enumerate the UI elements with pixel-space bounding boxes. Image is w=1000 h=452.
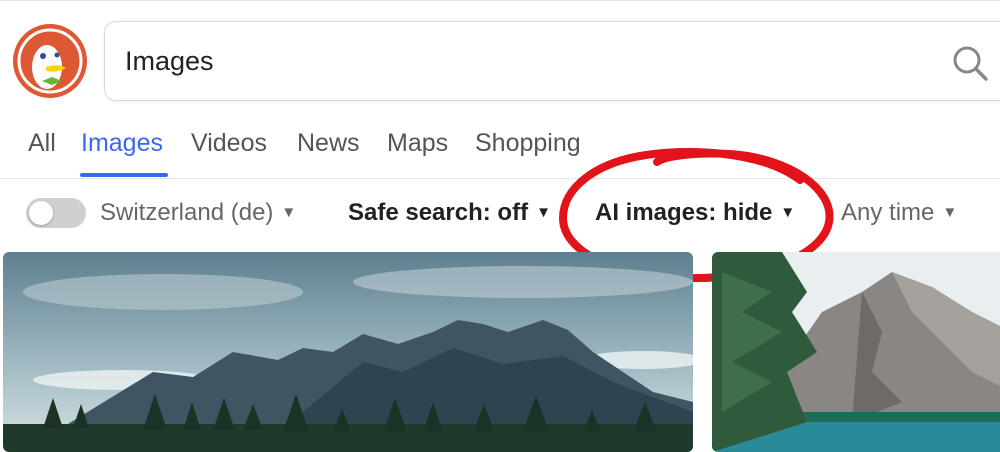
lake-mountain-image bbox=[712, 252, 1000, 452]
tab-shopping[interactable]: Shopping bbox=[475, 126, 581, 160]
search-icon[interactable] bbox=[951, 44, 989, 82]
time-filter-label: Any time bbox=[841, 199, 935, 226]
region-filter[interactable]: Switzerland (de) ▼ bbox=[100, 196, 296, 230]
region-toggle[interactable] bbox=[26, 198, 86, 228]
search-box bbox=[104, 21, 1000, 101]
caret-down-icon: ▼ bbox=[942, 204, 958, 221]
image-result[interactable] bbox=[3, 252, 693, 452]
toggle-knob bbox=[29, 201, 53, 225]
tab-maps[interactable]: Maps bbox=[387, 126, 448, 160]
mountain-landscape-image bbox=[3, 252, 693, 452]
image-result[interactable] bbox=[712, 252, 1000, 452]
tab-news[interactable]: News bbox=[297, 126, 360, 160]
duckduckgo-logo[interactable] bbox=[12, 23, 88, 99]
top-divider bbox=[0, 0, 1000, 1]
caret-down-icon: ▼ bbox=[536, 204, 551, 221]
safe-search-filter[interactable]: Safe search: off ▼ bbox=[348, 196, 551, 230]
safe-search-filter-label: Safe search: off bbox=[348, 199, 529, 226]
caret-down-icon: ▼ bbox=[281, 204, 297, 221]
tab-images[interactable]: Images bbox=[81, 126, 163, 160]
caret-down-icon: ▼ bbox=[780, 204, 796, 221]
ai-images-filter[interactable]: AI images: hide ▼ bbox=[595, 196, 795, 230]
tabs-divider bbox=[0, 178, 1000, 179]
time-filter[interactable]: Any time ▼ bbox=[841, 196, 957, 230]
region-filter-label: Switzerland (de) bbox=[100, 199, 274, 226]
tab-videos[interactable]: Videos bbox=[191, 126, 267, 160]
ai-images-filter-label: AI images: hide bbox=[595, 199, 773, 226]
tab-all[interactable]: All bbox=[28, 126, 56, 160]
active-tab-indicator bbox=[80, 173, 168, 177]
search-input[interactable] bbox=[125, 22, 925, 100]
